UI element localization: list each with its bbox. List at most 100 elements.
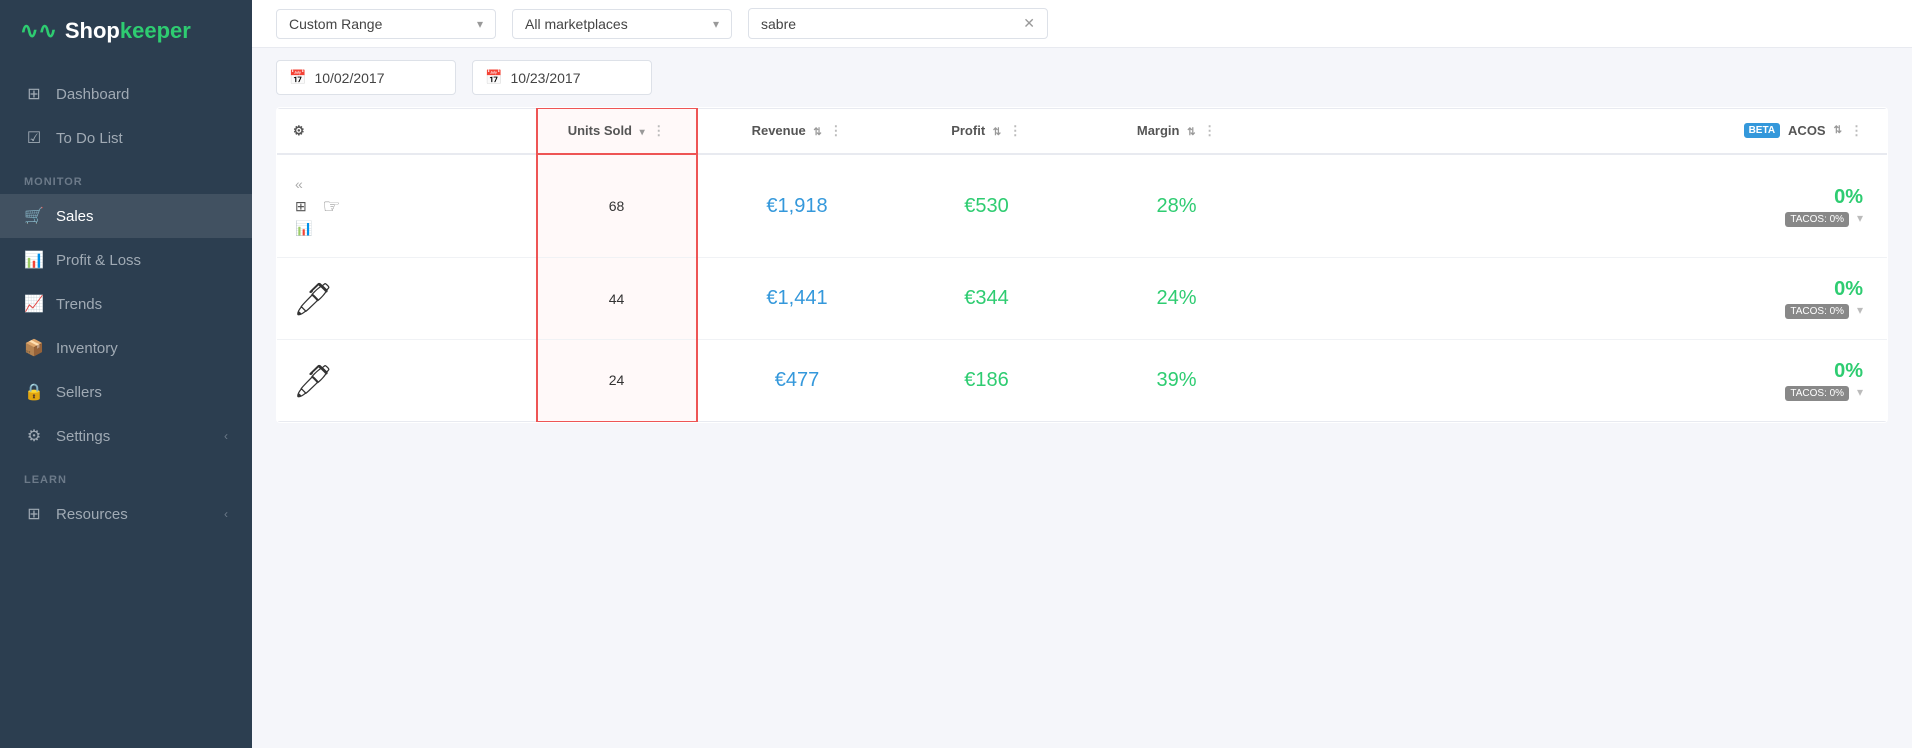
start-date-input[interactable]: 📅 10/02/2017 — [276, 60, 456, 95]
end-date-value: 10/23/2017 — [510, 70, 580, 86]
sidebar-item-sellers[interactable]: 🔒 Sellers — [0, 370, 252, 414]
acos-dropdown-2[interactable]: ▾ — [1857, 303, 1863, 317]
table-row: « ⊞ 📊 ☞ 68 €1,918 €530 — [277, 154, 1888, 258]
margin-menu-icon[interactable]: ⋮ — [1203, 123, 1216, 138]
gear-icon[interactable]: ⚙ — [293, 123, 305, 138]
sales-icon: 🛒 — [24, 206, 44, 226]
td-units-sold-3: 24 — [537, 340, 697, 422]
date-range-select[interactable]: Custom Range ▾ — [276, 9, 496, 39]
grid-view-icon[interactable]: ⊞ — [293, 197, 314, 215]
table-row: 🖊 44 €1,441 €344 24% — [277, 258, 1888, 340]
table-header-row: ⚙ Units Sold ▾ ⋮ Revenue ⇅ ⋮ Profit ⇅ — [277, 108, 1888, 154]
th-margin: Margin ⇅ ⋮ — [1077, 108, 1277, 154]
date-bar: 📅 10/02/2017 📅 10/23/2017 — [252, 48, 1912, 107]
end-date-input[interactable]: 📅 10/23/2017 — [472, 60, 652, 95]
trends-icon: 📈 — [24, 294, 44, 314]
td-margin-2: 24% — [1077, 258, 1277, 340]
units-sold-label: Units Sold — [568, 123, 632, 138]
margin-sort-icon[interactable]: ⇅ — [1187, 127, 1195, 138]
sidebar-item-label: Sellers — [56, 384, 102, 401]
acos-dropdown-1[interactable]: ▾ — [1857, 211, 1863, 225]
margin-value-3: 39% — [1156, 369, 1196, 391]
sidebar: ∿∿ Shopkeeper ⊞ Dashboard ☑ To Do List M… — [0, 0, 252, 748]
profit-label: Profit — [951, 123, 985, 138]
td-margin-3: 39% — [1077, 340, 1277, 422]
chevron-left-icon2: ‹ — [224, 507, 228, 521]
td-product-1: « ⊞ 📊 ☞ — [277, 154, 537, 258]
sidebar-item-label: To Do List — [56, 130, 123, 147]
chart-view-icon[interactable]: 📊 — [293, 219, 314, 237]
acos-value-3: 0% — [1293, 360, 1864, 383]
margin-value-1: 28% — [1156, 195, 1196, 217]
sidebar-item-label: Settings — [56, 428, 110, 445]
td-product-3: 🖊 — [277, 340, 537, 422]
acos-sort-icon[interactable]: ⇅ — [1834, 125, 1842, 136]
td-revenue-3: €477 — [697, 340, 897, 422]
profitloss-icon: 📊 — [24, 250, 44, 270]
sidebar-nav: ⊞ Dashboard ☑ To Do List MONITOR 🛒 Sales… — [0, 62, 252, 748]
search-field[interactable]: sabre ✕ — [748, 8, 1048, 39]
calendar-start-icon: 📅 — [289, 69, 306, 86]
cursor-icon: ☞ — [322, 194, 340, 219]
units-sold-sort-icon[interactable]: ▾ — [640, 127, 645, 138]
td-units-sold-2: 44 — [537, 258, 697, 340]
logo: ∿∿ Shopkeeper — [0, 0, 252, 62]
sidebar-item-trends[interactable]: 📈 Trends — [0, 282, 252, 326]
acos-value-1: 0% — [1293, 186, 1864, 209]
monitor-section-label: MONITOR — [0, 160, 252, 194]
collapse-icon[interactable]: « — [293, 175, 314, 193]
units-sold-menu-icon[interactable]: ⋮ — [652, 123, 665, 138]
sidebar-item-label: Dashboard — [56, 86, 129, 103]
revenue-value-3: €477 — [775, 369, 820, 391]
todo-icon: ☑ — [24, 128, 44, 148]
filter-bar: Custom Range ▾ All marketplaces ▾ sabre … — [252, 0, 1912, 48]
date-range-chevron-icon: ▾ — [477, 17, 483, 31]
resources-icon: ⊞ — [24, 504, 44, 524]
sidebar-item-todo[interactable]: ☑ To Do List — [0, 116, 252, 160]
profit-value-2: €344 — [964, 287, 1009, 309]
marketplace-select[interactable]: All marketplaces ▾ — [512, 9, 732, 39]
sidebar-item-profitloss[interactable]: 📊 Profit & Loss — [0, 238, 252, 282]
search-clear-button[interactable]: ✕ — [1023, 15, 1035, 32]
acos-menu-icon[interactable]: ⋮ — [1850, 123, 1863, 139]
profit-sort-icon[interactable]: ⇅ — [993, 127, 1001, 138]
sidebar-item-label: Inventory — [56, 340, 118, 357]
chevron-left-icon: ‹ — [224, 429, 228, 443]
table-area: ⚙ Units Sold ▾ ⋮ Revenue ⇅ ⋮ Profit ⇅ — [252, 107, 1912, 748]
units-sold-value-1: 68 — [609, 198, 625, 214]
table-row: 🖊 24 €477 €186 39% — [277, 340, 1888, 422]
product-image-2: 🖊 — [293, 283, 334, 315]
marketplace-chevron-icon: ▾ — [713, 17, 719, 31]
td-profit-1: €530 — [897, 154, 1077, 258]
td-revenue-1: €1,918 — [697, 154, 897, 258]
units-sold-value-3: 24 — [609, 372, 625, 388]
tacos-badge-2: TACOS: 0% — [1785, 304, 1849, 319]
th-units-sold: Units Sold ▾ ⋮ — [537, 108, 697, 154]
td-acos-3: 0% TACOS: 0% ▾ — [1277, 340, 1888, 422]
sellers-icon: 🔒 — [24, 382, 44, 402]
profit-value-1: €530 — [964, 195, 1009, 217]
units-sold-value-2: 44 — [609, 291, 625, 307]
search-value: sabre — [761, 16, 796, 32]
revenue-value-1: €1,918 — [766, 195, 827, 217]
tacos-badge-1: TACOS: 0% — [1785, 212, 1849, 227]
sidebar-item-resources[interactable]: ⊞ Resources ‹ — [0, 492, 252, 536]
learn-section-label: LEARN — [0, 458, 252, 492]
profit-value-3: €186 — [964, 369, 1009, 391]
td-units-sold-1: 68 — [537, 154, 697, 258]
td-acos-2: 0% TACOS: 0% ▾ — [1277, 258, 1888, 340]
revenue-sort-icon[interactable]: ⇅ — [813, 127, 821, 138]
th-acos: BETA ACOS ⇅ ⋮ — [1277, 108, 1888, 154]
td-profit-3: €186 — [897, 340, 1077, 422]
sidebar-item-inventory[interactable]: 📦 Inventory — [0, 326, 252, 370]
acos-dropdown-3[interactable]: ▾ — [1857, 385, 1863, 399]
dashboard-icon: ⊞ — [24, 84, 44, 104]
profit-menu-icon[interactable]: ⋮ — [1009, 123, 1022, 138]
revenue-label: Revenue — [752, 123, 806, 138]
margin-label: Margin — [1137, 123, 1180, 138]
revenue-value-2: €1,441 — [766, 287, 827, 309]
sidebar-item-dashboard[interactable]: ⊞ Dashboard — [0, 72, 252, 116]
sidebar-item-settings[interactable]: ⚙ Settings ‹ — [0, 414, 252, 458]
sidebar-item-sales[interactable]: 🛒 Sales — [0, 194, 252, 238]
revenue-menu-icon[interactable]: ⋮ — [829, 123, 842, 138]
